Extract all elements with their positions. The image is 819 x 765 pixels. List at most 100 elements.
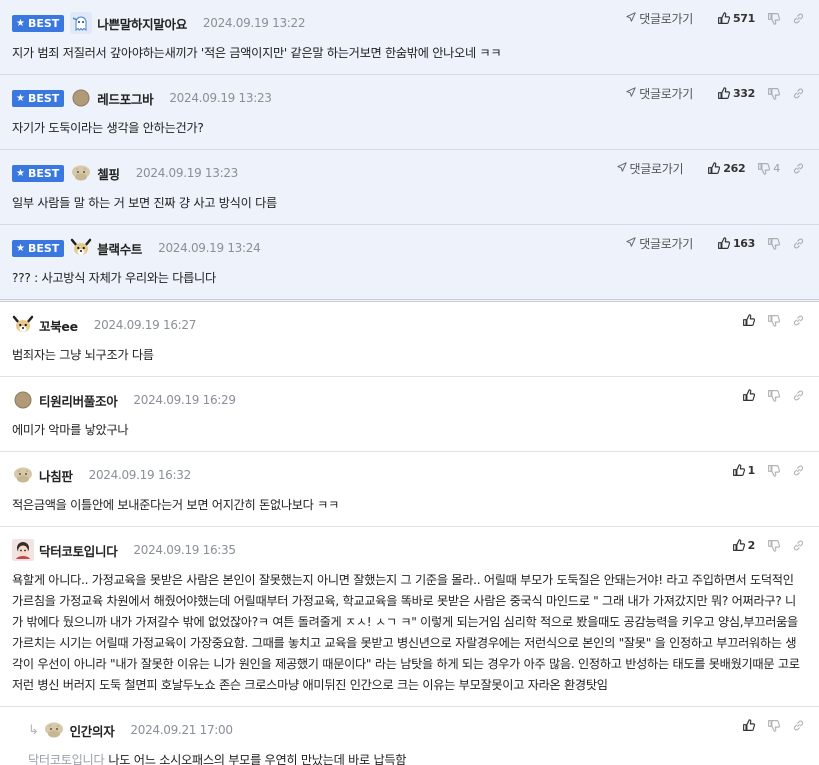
dislike-button[interactable] bbox=[767, 389, 780, 402]
round-avatar[interactable] bbox=[12, 389, 34, 411]
comment-text: 범죄자는 그냥 뇌구조가 다름 bbox=[12, 348, 154, 362]
dislike-button[interactable] bbox=[767, 314, 780, 327]
like-count: 1 bbox=[747, 463, 756, 477]
comment-date: 2024.09.19 13:22 bbox=[202, 16, 306, 30]
like-button[interactable] bbox=[742, 388, 755, 402]
share-link-button[interactable] bbox=[792, 237, 805, 250]
mushroom-avatar[interactable] bbox=[43, 719, 65, 741]
dislike-button[interactable]: 4 bbox=[757, 162, 780, 175]
share-link-button[interactable] bbox=[792, 719, 805, 732]
best-badge: ★ BEST bbox=[12, 14, 65, 32]
dislike-button[interactable] bbox=[767, 539, 780, 552]
best-badge: ★ BEST bbox=[12, 89, 65, 107]
thumbs-up-icon bbox=[742, 718, 755, 732]
comment-actions: 댓글로가기 571 bbox=[626, 8, 805, 28]
author-nickname[interactable]: 블랙수트 bbox=[97, 239, 142, 258]
reply-link-label: 댓글로가기 bbox=[639, 11, 693, 26]
thumbs-down-icon bbox=[767, 314, 780, 327]
like-button[interactable]: 163 bbox=[717, 237, 755, 250]
comment-date: 2024.09.19 13:23 bbox=[169, 91, 272, 105]
mention-tag[interactable]: 닥터코토입니다 bbox=[28, 753, 105, 765]
round-avatar[interactable] bbox=[70, 87, 92, 109]
best-comment: ★ BEST 블랙수트 2024.09.19 13:24 댓글로가기 163 ??? : 사… bbox=[0, 225, 819, 302]
character-avatar[interactable] bbox=[12, 539, 34, 561]
thumbs-up-icon bbox=[717, 86, 730, 100]
dislike-button[interactable] bbox=[767, 237, 780, 250]
comment-actions bbox=[730, 310, 805, 330]
thumbs-down-icon bbox=[767, 87, 780, 100]
thumbs-up-icon bbox=[707, 161, 721, 175]
like-button[interactable]: 262 bbox=[707, 161, 746, 175]
reply-text: 나도 어느 소시오패스의 부모를 우연히 만났는데 바로 납득함 bbox=[108, 753, 407, 765]
like-button[interactable]: 571 bbox=[717, 12, 755, 25]
author-nickname[interactable]: 인간의자 bbox=[70, 721, 115, 740]
comment-date: 2024.09.21 17:00 bbox=[130, 723, 233, 737]
comment: 꼬북ee 2024.09.19 16:27 범죄자는 그냥 뇌구조가 다름 bbox=[0, 302, 819, 377]
like-button[interactable] bbox=[742, 718, 755, 732]
thumbs-down-icon bbox=[767, 389, 780, 402]
author-nickname[interactable]: 꼬북ee bbox=[39, 316, 78, 335]
share-link-button[interactable] bbox=[792, 162, 805, 175]
share-link-button[interactable] bbox=[792, 389, 805, 402]
comment: 나침판 2024.09.19 16:32 1 적은금액을 이틀안에 보내준다는거 보면… bbox=[0, 452, 819, 527]
comment: 티원리버풀조아 2024.09.19 16:29 에미가 악마를 낳았구나 bbox=[0, 377, 819, 452]
comment-date: 2024.09.19 13:23 bbox=[135, 166, 239, 180]
like-count: 571 bbox=[732, 11, 755, 25]
share-link-button[interactable] bbox=[792, 87, 805, 100]
like-button[interactable]: 332 bbox=[717, 87, 755, 100]
like-button[interactable]: 2 bbox=[732, 539, 755, 552]
reply-link[interactable]: 댓글로가기 bbox=[626, 10, 693, 27]
author-nickname[interactable]: 닥터코토입니다 bbox=[39, 541, 118, 560]
reply-comment: ↳ 인간의자 2024.09.21 17:00 닥터코토입니다 나도 어느 소시오패스의… bbox=[0, 707, 819, 765]
link-icon bbox=[792, 237, 805, 250]
comment-actions: 댓글로가기 163 bbox=[626, 233, 805, 253]
comment-text: 욕할게 아니다.. 가정교육을 못받은 사람은 본인이 잘못했는지 아니면 잘했… bbox=[12, 573, 800, 692]
mushroom-avatar[interactable] bbox=[12, 464, 34, 486]
dislike-button[interactable] bbox=[767, 87, 780, 100]
thumbs-down-icon bbox=[767, 237, 780, 250]
thumbs-up-icon bbox=[717, 11, 730, 25]
star-icon: ★ bbox=[16, 242, 25, 254]
like-button[interactable] bbox=[742, 313, 755, 327]
author-nickname[interactable]: 레드포그바 bbox=[97, 89, 153, 108]
author-nickname[interactable]: 티원리버풀조아 bbox=[39, 391, 118, 410]
star-icon: ★ bbox=[16, 17, 25, 29]
comment-text: 일부 사람들 말 하는 거 보면 진짜 걍 사고 방식이 다름 bbox=[12, 196, 277, 210]
dog-avatar[interactable] bbox=[12, 314, 34, 336]
best-comment: ★ BEST 레드포그바 2024.09.19 13:23 댓글로가기 332 자기가 도둑… bbox=[0, 75, 819, 150]
link-icon bbox=[792, 12, 805, 25]
link-icon bbox=[792, 389, 805, 402]
dislike-button[interactable] bbox=[767, 719, 780, 732]
blue-ghost-avatar[interactable] bbox=[70, 12, 93, 34]
comment-actions: 댓글로가기 332 bbox=[626, 83, 805, 103]
like-button[interactable]: 1 bbox=[732, 464, 755, 477]
author-nickname[interactable]: 나침판 bbox=[39, 466, 73, 485]
best-badge-label: BEST bbox=[27, 166, 60, 180]
dislike-button[interactable] bbox=[767, 464, 780, 477]
share-link-button[interactable] bbox=[792, 12, 805, 25]
comment-date: 2024.09.19 16:29 bbox=[133, 393, 236, 407]
comment-text: 닥터코토입니다 나도 어느 소시오패스의 부모를 우연히 만났는데 바로 납득함 bbox=[28, 750, 807, 765]
reply-link[interactable]: 댓글로가기 bbox=[626, 235, 693, 252]
share-link-button[interactable] bbox=[792, 539, 805, 552]
reply-link[interactable]: 댓글로가기 bbox=[616, 160, 684, 177]
thumbs-up-icon bbox=[732, 538, 745, 552]
reply-link-label: 댓글로가기 bbox=[629, 161, 684, 176]
author-nickname[interactable]: 첼핑 bbox=[97, 164, 120, 183]
share-link-button[interactable] bbox=[792, 314, 805, 327]
like-count: 332 bbox=[732, 86, 755, 100]
mushroom-avatar[interactable] bbox=[70, 162, 92, 184]
comment-actions: 댓글로가기 262 4 bbox=[616, 158, 805, 178]
share-link-button[interactable] bbox=[792, 464, 805, 477]
thumbs-down-icon bbox=[767, 464, 780, 477]
reply-link[interactable]: 댓글로가기 bbox=[626, 85, 693, 102]
author-nickname[interactable]: 나쁜말하지말아요 bbox=[97, 14, 187, 33]
dislike-button[interactable] bbox=[767, 12, 780, 25]
comment-header: 나침판 2024.09.19 16:32 bbox=[12, 464, 807, 486]
best-badge: ★ BEST bbox=[12, 239, 65, 257]
comment-actions bbox=[730, 715, 805, 735]
link-icon bbox=[792, 87, 805, 100]
dog-avatar[interactable] bbox=[70, 237, 92, 259]
comment: 닥터코토입니다 2024.09.19 16:35 2 욕할게 아니다.. 가정교육을 … bbox=[0, 527, 819, 707]
reply-link-label: 댓글로가기 bbox=[639, 236, 693, 251]
